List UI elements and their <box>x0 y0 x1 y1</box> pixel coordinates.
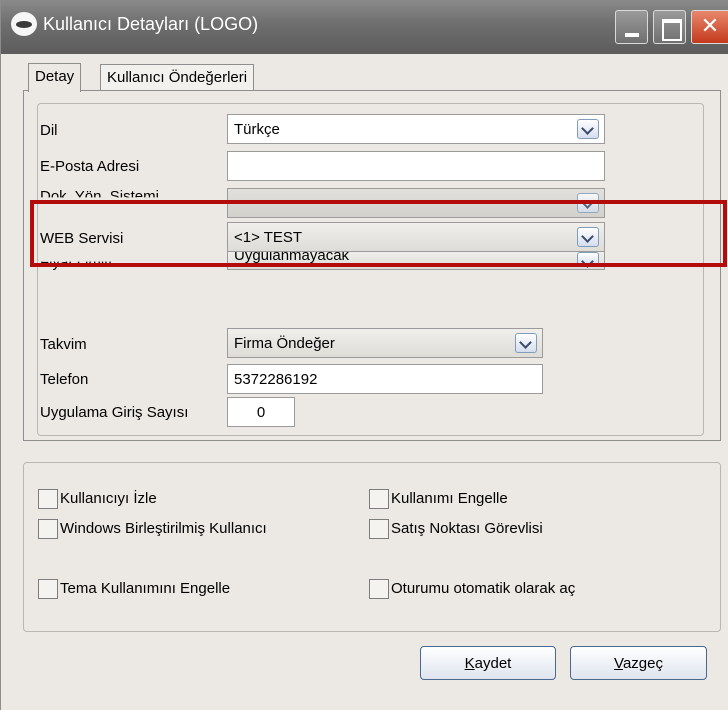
window-title: Kullanıcı Detayları (LOGO) <box>43 14 259 34</box>
minimize-button[interactable] <box>615 10 648 44</box>
tema-label[interactable]: Tema Kullanımını Engelle <box>60 580 230 597</box>
dil-select[interactable]: Türkçe <box>227 114 605 144</box>
takvim-select[interactable]: Firma Öndeğer <box>227 328 543 358</box>
engelle-label[interactable]: Kullanımı Engelle <box>391 490 508 507</box>
tab-detay[interactable]: Detay <box>28 63 82 92</box>
oturum-checkbox[interactable] <box>369 579 389 599</box>
dil-label: Dil <box>40 122 58 139</box>
satis-noktasi-label[interactable]: Satış Noktası Görevlisi <box>391 520 543 537</box>
giris-sayisi-label: Uygulama Giriş Sayısı <box>40 404 189 421</box>
izle-checkbox[interactable] <box>38 489 58 509</box>
user-details-window: Kullanıcı Detayları (LOGO) ✕ Detay Kulla… <box>0 0 728 710</box>
izle-label[interactable]: Kullanıcıyı İzle <box>60 490 157 507</box>
kaydet-button[interactable]: Kaydet <box>420 646 556 680</box>
takvim-value: Firma Öndeğer <box>234 335 335 352</box>
vazgec-mnemonic: V <box>614 655 623 672</box>
eposta-field[interactable] <box>227 151 605 181</box>
telefon-value: 5372286192 <box>234 371 318 388</box>
giris-sayisi-field[interactable]: 0 <box>227 397 295 427</box>
maximize-button[interactable] <box>653 10 686 44</box>
telefon-label: Telefon <box>40 371 89 388</box>
vazgec-label: azgeç <box>622 655 663 672</box>
takvim-dropdown-icon[interactable] <box>515 333 537 353</box>
close-icon: ✕ <box>700 14 720 39</box>
satis-noktasi-checkbox[interactable] <box>369 519 389 539</box>
engelle-checkbox[interactable] <box>369 489 389 509</box>
vazgec-button[interactable]: Vazgeç <box>570 646 707 680</box>
tab-kullanici-ondegerleri[interactable]: Kullanıcı Öndeğerleri <box>100 64 255 90</box>
windows-user-checkbox[interactable] <box>38 519 58 539</box>
windows-user-label[interactable]: Windows Birleştirilmiş Kullanıcı <box>60 520 267 537</box>
telefon-field[interactable]: 5372286192 <box>227 364 543 394</box>
title-bar[interactable]: Kullanıcı Detayları (LOGO) ✕ <box>1 0 728 54</box>
giris-sayisi-value: 0 <box>256 404 266 421</box>
logo-icon <box>11 12 37 36</box>
eposta-label: E-Posta Adresi <box>40 158 140 175</box>
kaydet-mnemonic: K <box>464 655 475 672</box>
tema-checkbox[interactable] <box>38 579 58 599</box>
takvim-label: Takvim <box>40 336 87 353</box>
highlight-box <box>30 200 727 267</box>
kaydet-label: aydet <box>474 655 512 672</box>
close-button[interactable]: ✕ <box>691 10 728 44</box>
dil-dropdown-icon[interactable] <box>577 119 599 139</box>
oturum-label[interactable]: Oturumu otomatik olarak aç <box>391 580 575 597</box>
dil-value: Türkçe <box>234 121 280 138</box>
options-group <box>23 462 721 632</box>
